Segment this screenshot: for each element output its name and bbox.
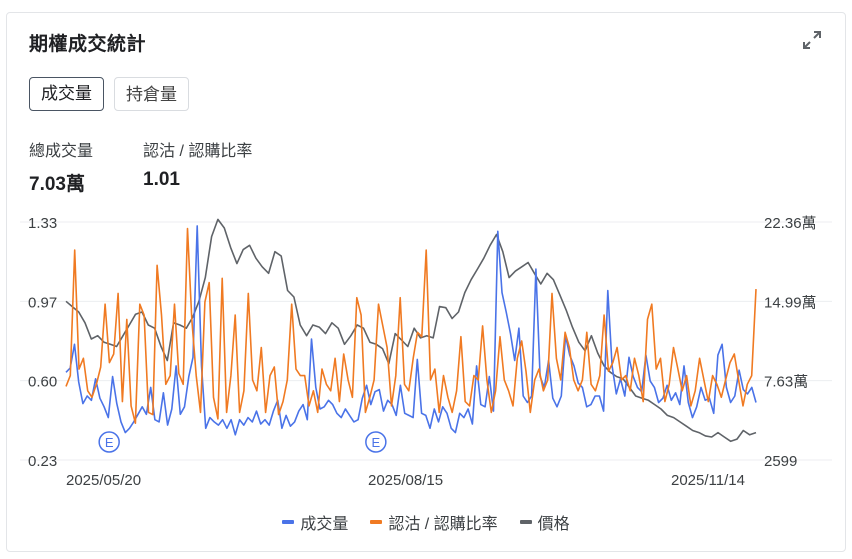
chart-legend: 成交量 認沽 / 認購比率 價格 — [0, 510, 852, 534]
event-marker-label: E — [105, 435, 114, 450]
event-marker-label: E — [372, 435, 381, 450]
event-marker: E — [98, 431, 120, 453]
legend-price[interactable]: 價格 — [519, 510, 570, 534]
volume-chart: 1.33 0.97 0.60 0.23 22.36萬 14.99萬 7.63萬 2599 2… — [20, 215, 832, 489]
left-tick-label: 0.97 — [28, 294, 57, 311]
series-layer — [65, 218, 757, 443]
legend-ratio-label: 認沽 / 認購比率 — [388, 516, 498, 533]
series-line-1 — [65, 227, 757, 425]
right-tick-label: 14.99萬 — [764, 294, 817, 311]
right-tick-label: 7.63萬 — [764, 374, 808, 391]
legend-volume-label: 成交量 — [300, 516, 349, 533]
series-line-2 — [65, 218, 757, 443]
right-axis-ticks: 22.36萬 14.99萬 7.63萬 2599 — [764, 215, 817, 470]
left-tick-label: 0.60 — [28, 374, 57, 391]
legend-price-label: 價格 — [537, 516, 570, 533]
legend-ratio-swatch — [370, 520, 383, 524]
event-markers: EE — [98, 431, 387, 453]
right-tick-label: 2599 — [764, 453, 797, 470]
legend-ratio[interactable]: 認沽 / 認購比率 — [370, 510, 498, 534]
event-marker: E — [365, 431, 387, 453]
x-tick-label: 2025/11/14 — [671, 472, 745, 489]
x-axis-ticks: 2025/05/20 2025/08/15 2025/11/14 — [66, 472, 745, 489]
legend-volume-swatch — [282, 520, 295, 524]
left-tick-label: 0.23 — [28, 453, 57, 470]
x-tick-label: 2025/08/15 — [368, 472, 443, 489]
x-tick-label: 2025/05/20 — [66, 472, 141, 489]
legend-price-swatch — [519, 520, 532, 524]
left-axis-ticks: 1.33 0.97 0.60 0.23 — [28, 215, 57, 470]
legend-volume[interactable]: 成交量 — [282, 510, 348, 534]
left-tick-label: 1.33 — [28, 215, 57, 232]
right-tick-label: 22.36萬 — [764, 215, 817, 232]
